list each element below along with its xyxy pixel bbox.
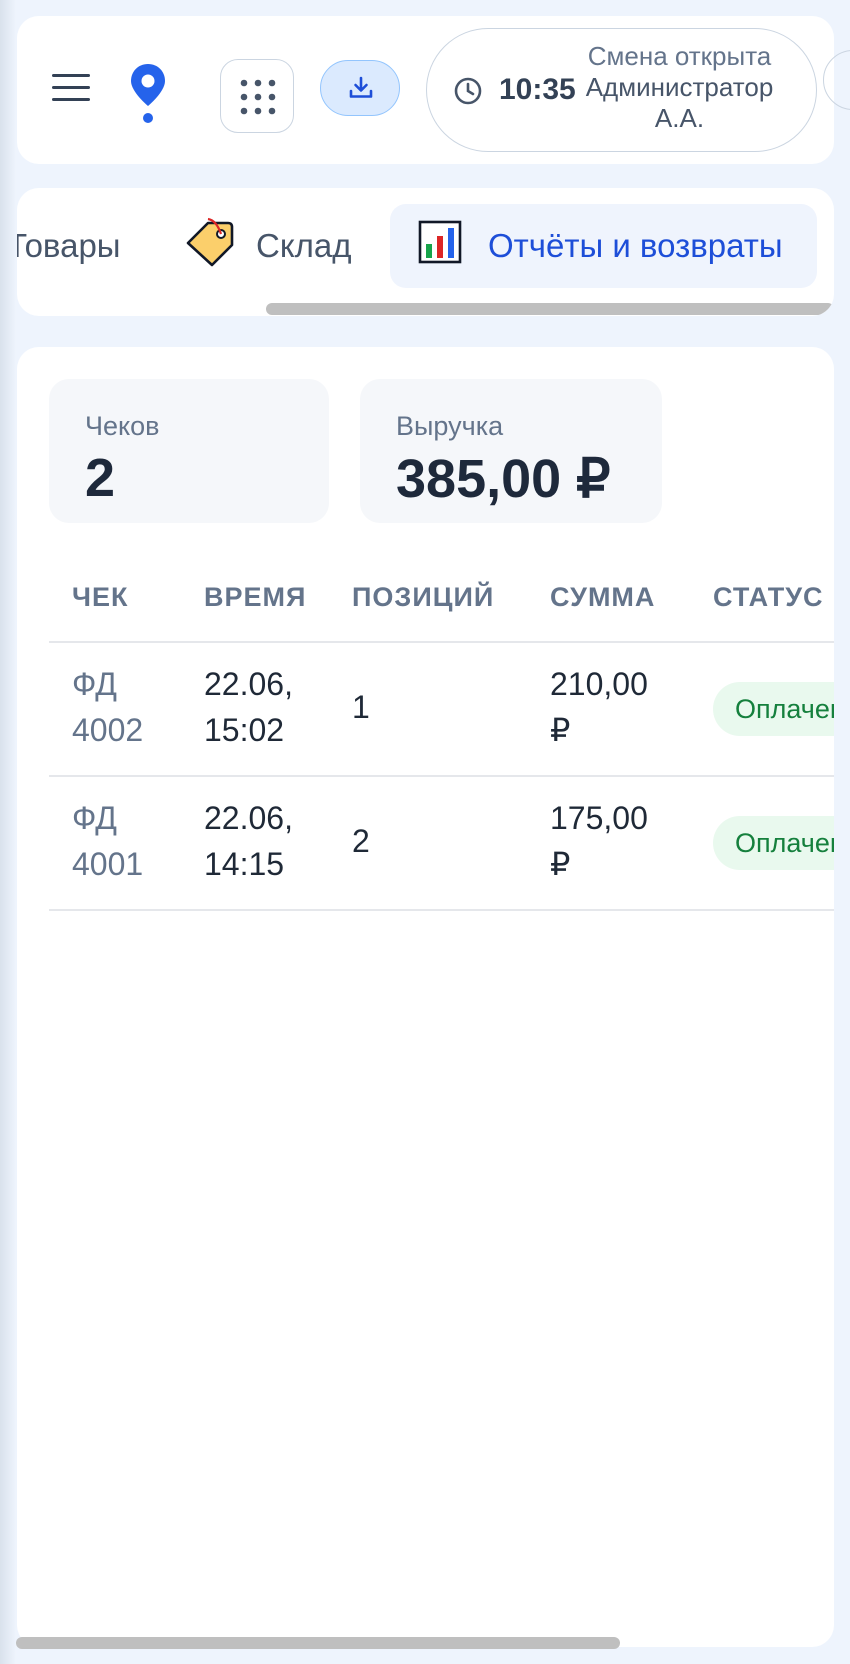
receipt-number: ФД 4002 xyxy=(72,666,144,748)
column-header-amount[interactable]: СУММА xyxy=(550,582,655,613)
reports-panel: Чеков 2 Выручка 385,00 ₽ ЧЕК ВРЕМЯ ПОЗИЦ… xyxy=(17,347,834,1647)
location-pin-icon[interactable] xyxy=(128,62,168,124)
menu-icon[interactable] xyxy=(52,74,90,102)
window-edge-shadow xyxy=(0,0,16,1664)
tabs-scrollbar[interactable] xyxy=(266,303,834,315)
apps-grid-icon xyxy=(240,79,276,115)
download-icon xyxy=(349,76,373,98)
receipts-count-card: Чеков 2 xyxy=(49,379,329,523)
clock-icon xyxy=(454,77,482,105)
shift-status-pill[interactable]: 10:35 Смена открыта Администратор А.А. xyxy=(426,28,817,152)
apps-grid-button[interactable] xyxy=(220,59,294,133)
receipt-number: ФД 4001 xyxy=(72,800,144,882)
download-button[interactable] xyxy=(320,60,400,116)
tab-reports[interactable]: Отчёты и возвраты xyxy=(390,204,817,288)
revenue-value: 385,00 ₽ xyxy=(396,449,611,509)
tab-stock-label: Склад xyxy=(256,227,352,264)
shift-time: 10:35 xyxy=(499,73,576,106)
price-tag-icon xyxy=(184,217,236,275)
receipt-amount: 210,00 ₽ xyxy=(550,666,648,748)
receipt-amount: 175,00 ₽ xyxy=(550,800,648,882)
status-badge: Оплачен xyxy=(713,816,834,870)
revenue-card: Выручка 385,00 ₽ xyxy=(360,379,662,523)
column-header-receipt[interactable]: ЧЕК xyxy=(72,582,128,613)
receipt-items: 2 xyxy=(352,823,370,859)
table-header-divider xyxy=(49,641,834,643)
revenue-label: Выручка xyxy=(396,411,504,441)
column-header-items[interactable]: ПОЗИЦИЙ xyxy=(352,582,494,613)
column-header-time[interactable]: ВРЕМЯ xyxy=(204,582,306,613)
row-divider xyxy=(49,775,834,777)
row-divider xyxy=(49,909,834,911)
tabs-bar: Товары Склад Отчёты и возвраты xyxy=(17,188,834,316)
receipt-time: 22.06, 14:15 xyxy=(204,800,293,882)
tab-goods[interactable]: Товары xyxy=(17,204,121,288)
receipts-value: 2 xyxy=(85,448,116,508)
receipt-items: 1 xyxy=(352,689,370,725)
shift-info: Смена открыта Администратор А.А. xyxy=(577,41,782,134)
tab-stock[interactable]: Склад xyxy=(184,204,352,288)
status-badge: Оплачен xyxy=(713,682,834,736)
shift-status-text: Смена открыта xyxy=(587,41,772,71)
user-name: Администратор А.А. xyxy=(585,72,774,133)
table-scrollbar[interactable] xyxy=(16,1637,620,1649)
column-header-status[interactable]: СТАТУС xyxy=(713,582,824,613)
tab-goods-label: Товары xyxy=(17,227,121,264)
top-bar: 10:35 Смена открыта Администратор А.А. xyxy=(17,16,834,164)
tab-reports-label: Отчёты и возвраты xyxy=(488,227,783,264)
receipt-time: 22.06, 15:02 xyxy=(204,666,293,748)
receipts-label: Чеков xyxy=(85,411,160,441)
bar-chart-icon xyxy=(418,220,462,272)
